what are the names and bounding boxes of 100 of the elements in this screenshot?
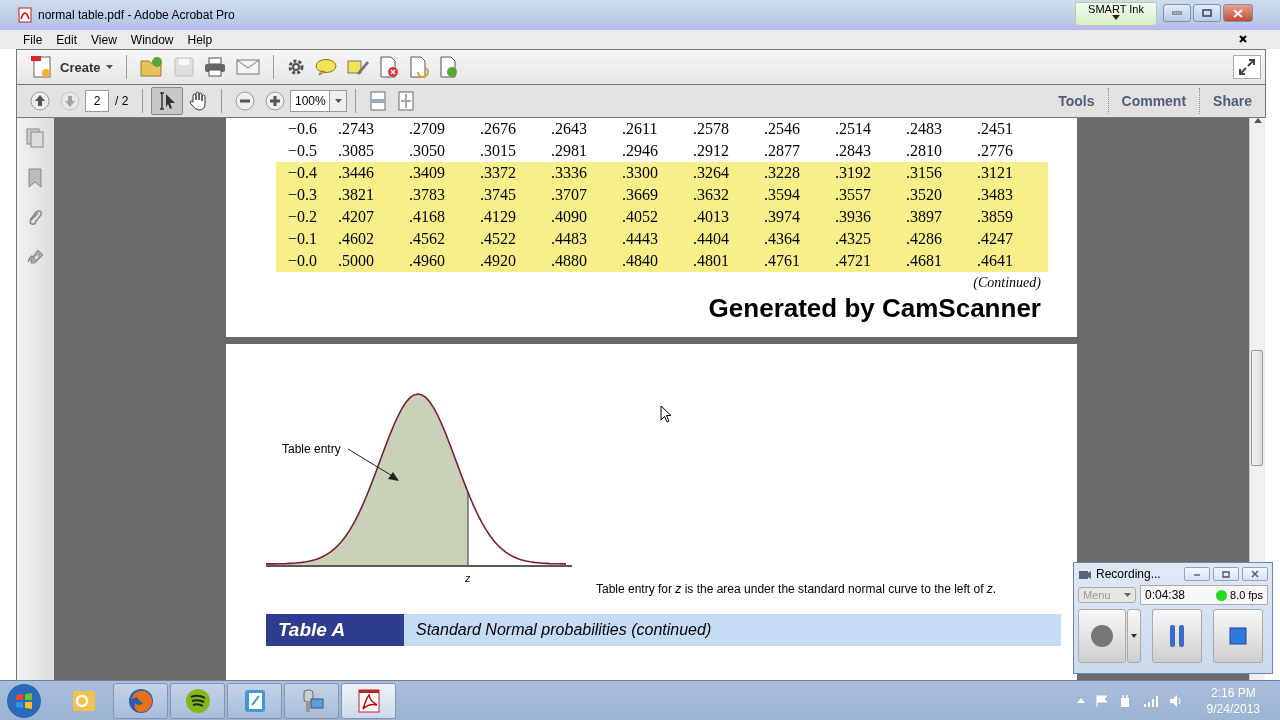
document-cross-icon	[379, 56, 400, 78]
envelope-icon	[236, 59, 261, 75]
close-icon	[1250, 570, 1260, 578]
table-cell-text: .2611	[621, 120, 659, 138]
page-number-field[interactable]: 2	[85, 90, 109, 112]
menu-item[interactable]: View	[84, 32, 124, 47]
save-icon	[174, 57, 195, 77]
table-cell-text: .2981	[550, 142, 588, 160]
signal-icon[interactable]	[1142, 694, 1159, 707]
record-button[interactable]	[1078, 609, 1126, 663]
taskbar-button[interactable]	[170, 682, 225, 719]
flag-icon[interactable]	[1094, 693, 1109, 708]
table-cell-text: .4522	[479, 230, 517, 248]
record-options-button[interactable]	[1127, 609, 1141, 663]
close-icon[interactable]	[1239, 35, 1247, 43]
table-cell-text: .3085	[337, 142, 375, 160]
status-dot-icon	[1215, 589, 1227, 601]
close-button[interactable]	[1242, 567, 1268, 581]
table-cell-text: .4960	[408, 252, 446, 270]
pane-tab[interactable]: Tools	[1045, 88, 1108, 114]
pane-tab[interactable]: Comment	[1107, 88, 1200, 114]
table-cell-text: .3783	[408, 186, 446, 204]
table-cell-text: .4840	[621, 252, 659, 270]
caret-icon	[334, 99, 342, 103]
up-arrow-icon[interactable]	[1076, 698, 1085, 703]
plus-icon	[265, 91, 286, 111]
stop-button[interactable]	[1213, 609, 1263, 663]
table-cell-text: .4090	[550, 208, 588, 226]
expand-button[interactable]	[1233, 55, 1261, 79]
z-value: −0.4	[286, 164, 318, 182]
table-cell-text: .4562	[408, 230, 446, 248]
restore-button[interactable]	[1193, 4, 1221, 22]
table-cell-text: .4207	[337, 208, 375, 226]
expand-icon	[1239, 59, 1255, 75]
minimize-button[interactable]	[1163, 4, 1191, 22]
table-cell-text: .2546	[763, 120, 801, 138]
table-cell-text: .3745	[479, 186, 517, 204]
z-value: −0.5	[286, 142, 318, 160]
pause-icon	[1169, 624, 1185, 648]
close-icon	[1233, 8, 1243, 18]
table-cell-text: .4681	[905, 252, 943, 270]
scanner-note: Generated by CamScanner	[707, 293, 1041, 324]
smart-ink-tab[interactable]: SMART Ink	[1075, 2, 1157, 26]
table-label: Table A	[265, 614, 404, 646]
menu-item[interactable]: File	[16, 32, 50, 47]
menu-item[interactable]: Edit	[49, 32, 85, 47]
figure-caption: Table entry for z is the area under the standard normal curve to the left of z.	[595, 582, 997, 596]
axis-label: z	[464, 572, 471, 584]
table-cell-text: .2578	[692, 120, 730, 138]
taskbar-button[interactable]	[113, 682, 168, 719]
table-cell-text: .2843	[834, 142, 872, 160]
table-cell-text: .3897	[905, 208, 943, 226]
stop-icon	[1229, 627, 1247, 645]
speaker-icon[interactable]	[1168, 693, 1183, 708]
restore-icon	[1221, 570, 1231, 578]
pages-icon[interactable]	[26, 128, 45, 148]
hand-icon	[188, 91, 209, 111]
menu-item[interactable]: Window	[123, 32, 181, 47]
scrollbar-thumb[interactable]	[1251, 350, 1263, 466]
z-value: −0.0	[286, 252, 318, 270]
caret-icon	[106, 65, 114, 69]
restore-button[interactable]	[1213, 567, 1239, 581]
table-cell-text: .3936	[834, 208, 872, 226]
table-cell-text: .4880	[550, 252, 588, 270]
table-cell-text: .3228	[763, 164, 801, 182]
table-cell-text: .4013	[692, 208, 730, 226]
signature-icon[interactable]	[26, 248, 45, 266]
select-tool-button[interactable]	[151, 87, 184, 115]
table-cell-text: .2912	[692, 142, 730, 160]
table-cell-text: .4443	[621, 230, 659, 248]
table-cell-text: .3121	[976, 164, 1014, 182]
minimize-button[interactable]	[1184, 567, 1210, 581]
table-cell-text: .3594	[763, 186, 801, 204]
create-button[interactable]: Create	[25, 53, 119, 81]
pause-button[interactable]	[1152, 609, 1202, 663]
close-button[interactable]	[1223, 4, 1253, 22]
table-cell-text: .3557	[834, 186, 872, 204]
table-cell-text: .4761	[763, 252, 801, 270]
folder-icon	[140, 56, 165, 78]
restore-icon	[1202, 9, 1212, 17]
table-cell-text: .3859	[976, 208, 1014, 226]
table-cell-text: .4052	[621, 208, 659, 226]
table-title: Standard Normal probabilities (continued)	[414, 620, 712, 640]
table-cell-text: .2776	[976, 142, 1014, 160]
table-cell-text: .4483	[550, 230, 588, 248]
start-icon[interactable]	[6, 682, 42, 719]
table-cell-text: .3669	[621, 186, 659, 204]
taskbar-button[interactable]	[341, 682, 396, 719]
pane-tab[interactable]: Share	[1199, 88, 1265, 114]
recorder-title: Recording...	[1096, 567, 1161, 581]
table-cell-text: .4602	[337, 230, 375, 248]
menu-item[interactable]: Help	[180, 32, 220, 47]
bookmark-icon[interactable]	[27, 168, 44, 188]
zoom-field[interactable]: 100%	[290, 90, 348, 112]
paperclip-icon[interactable]	[27, 208, 44, 228]
fit-width-icon	[397, 91, 416, 111]
z-value: −0.2	[286, 208, 318, 226]
sound-waves-icon	[183, 686, 212, 715]
settings-icon	[287, 58, 306, 76]
table-cell-text: .3015	[479, 142, 517, 160]
